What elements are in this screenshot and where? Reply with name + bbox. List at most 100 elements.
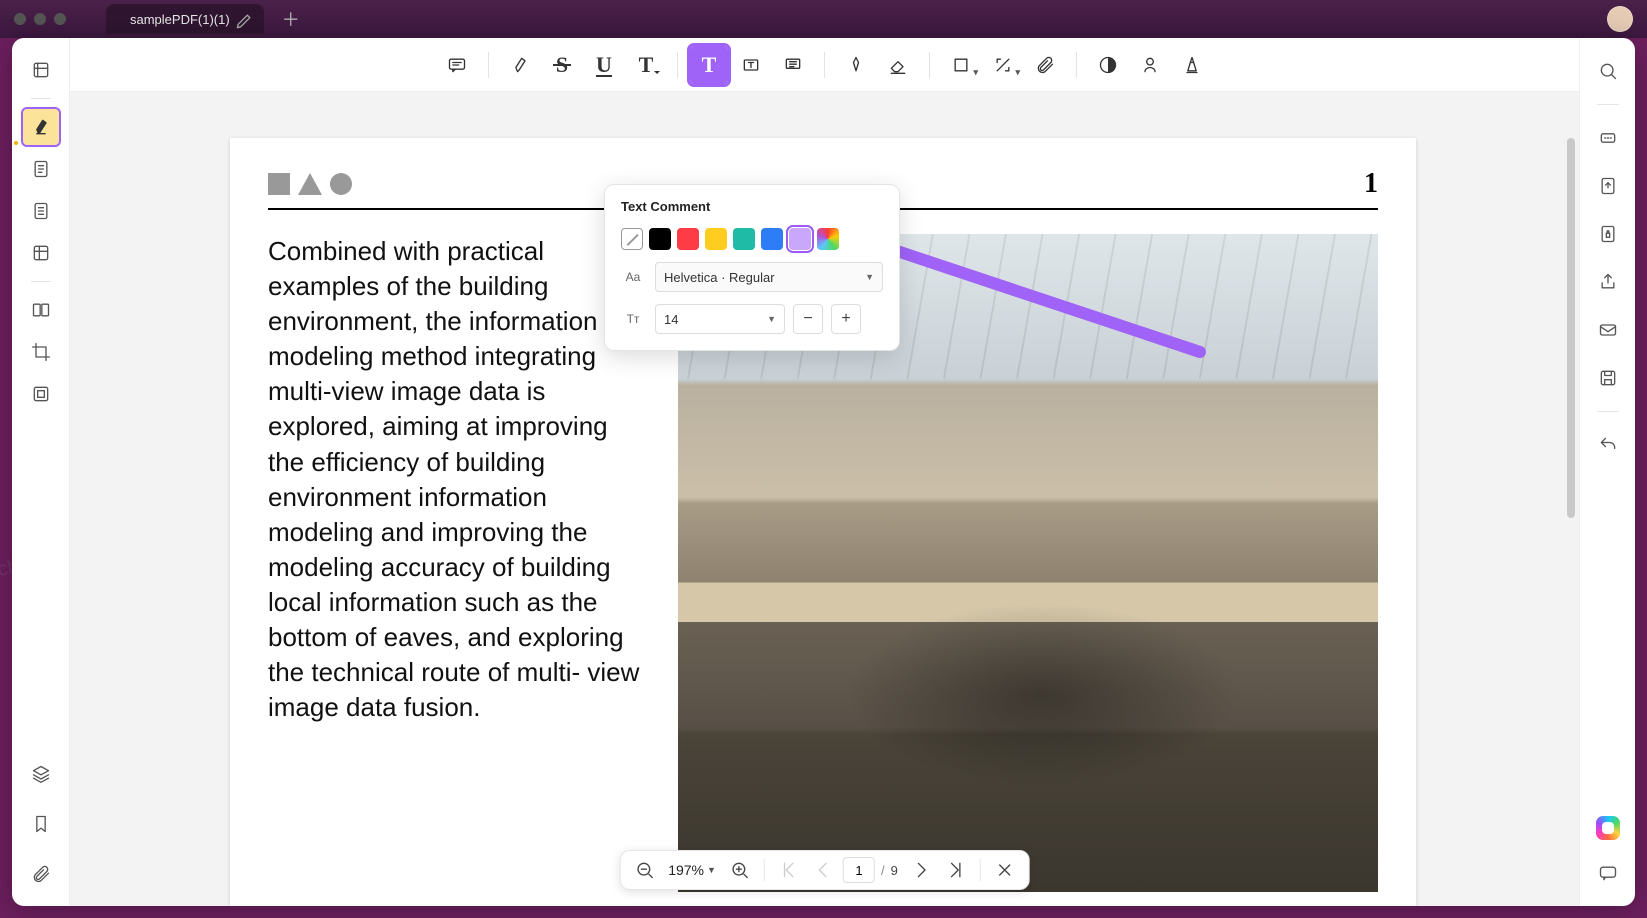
black-swatch[interactable] [649,228,671,250]
highlight-tool-icon[interactable] [23,109,59,145]
separator [1076,52,1077,78]
measure-tool-icon[interactable]: ▾ [984,46,1022,84]
chat-icon[interactable] [1593,858,1623,888]
layers-icon[interactable] [23,756,59,792]
right-sidebar [1579,38,1635,906]
outline-icon[interactable] [23,193,59,229]
stamp-tool-icon[interactable] [1089,46,1127,84]
encrypt-icon[interactable] [1593,219,1623,249]
teal-swatch[interactable] [733,228,755,250]
separator [31,98,51,99]
page-total: 9 [891,863,902,878]
page-number-label: 1 [1364,168,1378,200]
eraser-tool-icon[interactable] [879,46,917,84]
app-window: S U T T ▾ ▾ [12,38,1635,906]
left-sidebar [12,38,70,906]
next-page-button[interactable] [908,856,936,884]
annotations-list-icon[interactable] [23,151,59,187]
page-number-input[interactable] [843,857,875,883]
separator [1597,411,1619,412]
yellow-swatch[interactable] [705,228,727,250]
color-swatches [621,228,839,250]
zoom-out-button[interactable] [630,856,658,884]
page-separator: / [881,863,885,878]
vertical-scrollbar[interactable] [1567,138,1577,898]
separator [824,52,825,78]
close-controls-button[interactable] [991,856,1019,884]
user-avatar[interactable] [1607,6,1633,32]
no-color-swatch[interactable] [621,228,643,250]
font-size-value: 14 [664,312,678,327]
attach-tool-icon[interactable] [1026,46,1064,84]
share-icon[interactable] [1593,267,1623,297]
page-controls-bar: 197%▼ / 9 [619,850,1030,890]
square-icon [268,173,290,195]
underline-icon[interactable]: U [585,46,623,84]
strikethrough-icon[interactable]: S [543,46,581,84]
prev-page-button[interactable] [809,856,837,884]
ai-assistant-icon[interactable] [1596,816,1620,840]
tab-title: samplePDF(1)(1) [130,12,230,27]
separator [980,859,981,881]
triangle-icon [298,173,322,195]
thumbnails-icon[interactable] [23,52,59,88]
first-page-button[interactable] [775,856,803,884]
custom-color-swatch[interactable] [817,228,839,250]
red-swatch[interactable] [677,228,699,250]
export-icon[interactable] [1593,171,1623,201]
compare-icon[interactable] [23,292,59,328]
header-shapes [268,173,352,195]
separator [677,52,678,78]
text-comment-popover: Text Comment Aa [604,184,900,351]
text-box-tool-icon[interactable] [732,46,770,84]
pencil-icon[interactable] [234,11,254,34]
separator [764,859,765,881]
attachments-icon[interactable] [23,856,59,892]
maximize-window-icon[interactable] [54,13,66,25]
chevron-down-icon: ▼ [767,314,776,324]
font-size-select[interactable]: 14 ▼ [655,304,785,334]
callout-tool-icon[interactable] [774,46,812,84]
document-tab[interactable]: samplePDF(1)(1) [106,4,264,34]
text-comment-tool-icon[interactable]: T [690,46,728,84]
close-window-icon[interactable] [14,13,26,25]
font-row-label: Aa [621,270,645,284]
size-row-label: Tт [621,312,645,326]
body-text: Combined with practical examples of the … [268,234,648,892]
purple-swatch[interactable] [789,228,811,250]
text-tool-icon[interactable]: T [627,46,665,84]
right-sidebar-bottom [1593,816,1623,906]
pen-tool-icon[interactable] [837,46,875,84]
note-tool-icon[interactable] [438,46,476,84]
link-tool-icon[interactable] [1131,46,1169,84]
top-toolbar: S U T T ▾ ▾ [70,38,1579,92]
ocr-icon[interactable] [1593,123,1623,153]
new-tab-button[interactable]: ＋ [282,6,300,32]
zoom-level-select[interactable]: 197%▼ [664,862,720,878]
blue-swatch[interactable] [761,228,783,250]
undo-icon[interactable] [1593,430,1623,460]
decrease-size-button[interactable]: − [793,304,823,334]
bookmark-icon[interactable] [23,806,59,842]
mail-icon[interactable] [1593,315,1623,345]
crop-icon[interactable] [23,334,59,370]
minimize-window-icon[interactable] [34,13,46,25]
page-viewport[interactable]: 1 Combined with practical examples of th… [70,92,1579,906]
form-panel-icon[interactable] [23,235,59,271]
shape-tool-icon[interactable]: ▾ [942,46,980,84]
zoom-in-button[interactable] [726,856,754,884]
window-controls [14,13,66,25]
increase-size-button[interactable]: + [831,304,861,334]
separator [1597,104,1619,105]
separator [31,281,51,282]
snapshot-icon[interactable] [23,376,59,412]
save-icon[interactable] [1593,363,1623,393]
left-sidebar-bottom [23,756,59,906]
highlight-text-icon[interactable] [501,46,539,84]
last-page-button[interactable] [942,856,970,884]
separator [929,52,930,78]
search-icon[interactable] [1593,56,1623,86]
font-select[interactable]: Helvetica · Regular ▼ [655,262,883,292]
signature-tool-icon[interactable] [1173,46,1211,84]
scrollbar-thumb[interactable] [1567,138,1575,518]
